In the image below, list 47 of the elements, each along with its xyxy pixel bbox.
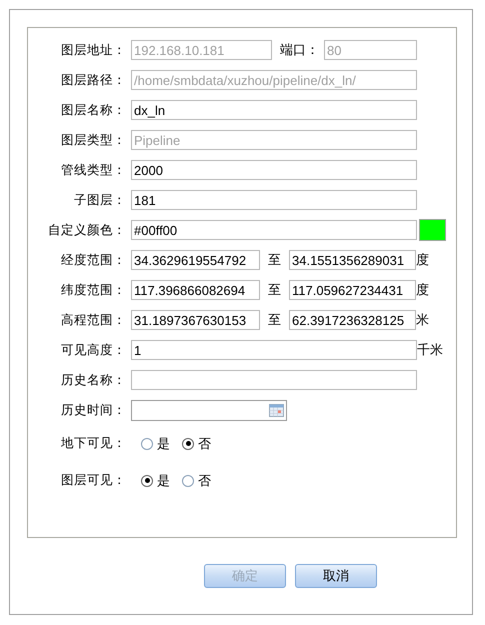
text-field[interactable]: 1 bbox=[131, 340, 417, 360]
range-separator: 至 bbox=[268, 312, 281, 329]
radio-button[interactable] bbox=[141, 438, 153, 450]
field-label: 管线类型： bbox=[60, 162, 127, 178]
range-from-field[interactable]: 34.3629619554792 bbox=[131, 250, 260, 270]
text-field[interactable]: 181 bbox=[131, 190, 417, 210]
field-label: 历史名称： bbox=[60, 372, 127, 388]
dialog-button[interactable]: 取消 bbox=[295, 564, 377, 588]
text-field[interactable]: dx_ln bbox=[131, 100, 417, 120]
unit-label: 千米 bbox=[417, 342, 443, 359]
radio-button[interactable] bbox=[182, 438, 194, 450]
range-to-field[interactable]: 117.059627234431 bbox=[289, 280, 416, 300]
unit-label: 米 bbox=[416, 312, 429, 329]
radio-button[interactable] bbox=[141, 474, 153, 486]
field-label: 图层可见： bbox=[60, 472, 127, 489]
field-label: 高程范围： bbox=[60, 312, 127, 328]
field-label: 纬度范围： bbox=[60, 282, 127, 298]
text-field[interactable]: 2000 bbox=[131, 160, 417, 180]
unit-label: 度 bbox=[416, 252, 429, 269]
date-field[interactable] bbox=[131, 400, 287, 420]
field-label: 历史时间： bbox=[60, 402, 127, 418]
radio-button[interactable] bbox=[182, 474, 194, 486]
range-separator: 至 bbox=[268, 252, 281, 269]
field-label: 经度范围： bbox=[60, 252, 127, 268]
field-label: 图层类型： bbox=[60, 132, 127, 148]
field-label: 图层路径： bbox=[60, 72, 127, 88]
radio-option[interactable]: 是 bbox=[141, 472, 170, 490]
color-swatch[interactable] bbox=[419, 219, 446, 241]
field-label: 子图层： bbox=[73, 192, 127, 208]
port-label: 端口： bbox=[280, 42, 319, 59]
field-label: 图层地址： bbox=[60, 42, 127, 58]
field-label: 可见高度： bbox=[60, 342, 127, 358]
range-from-field[interactable]: 31.1897367630153 bbox=[131, 310, 260, 330]
calendar-icon[interactable] bbox=[269, 404, 284, 416]
field-label: 图层名称： bbox=[60, 102, 127, 118]
range-to-field[interactable]: 34.1551356289031 bbox=[289, 250, 416, 270]
field-label: 地下可见： bbox=[60, 435, 127, 452]
field-label: 自定义颜色： bbox=[47, 222, 127, 238]
unit-label: 度 bbox=[416, 282, 429, 299]
radio-option[interactable]: 否 bbox=[182, 434, 211, 452]
radio-option[interactable]: 否 bbox=[182, 472, 211, 490]
range-to-field[interactable]: 62.3917236328125 bbox=[289, 310, 416, 330]
text-field[interactable] bbox=[131, 370, 417, 390]
color-field[interactable]: #00ff00 bbox=[131, 220, 417, 240]
range-separator: 至 bbox=[268, 282, 281, 299]
radio-option[interactable]: 是 bbox=[141, 434, 170, 452]
range-from-field[interactable]: 117.396866082694 bbox=[131, 280, 260, 300]
